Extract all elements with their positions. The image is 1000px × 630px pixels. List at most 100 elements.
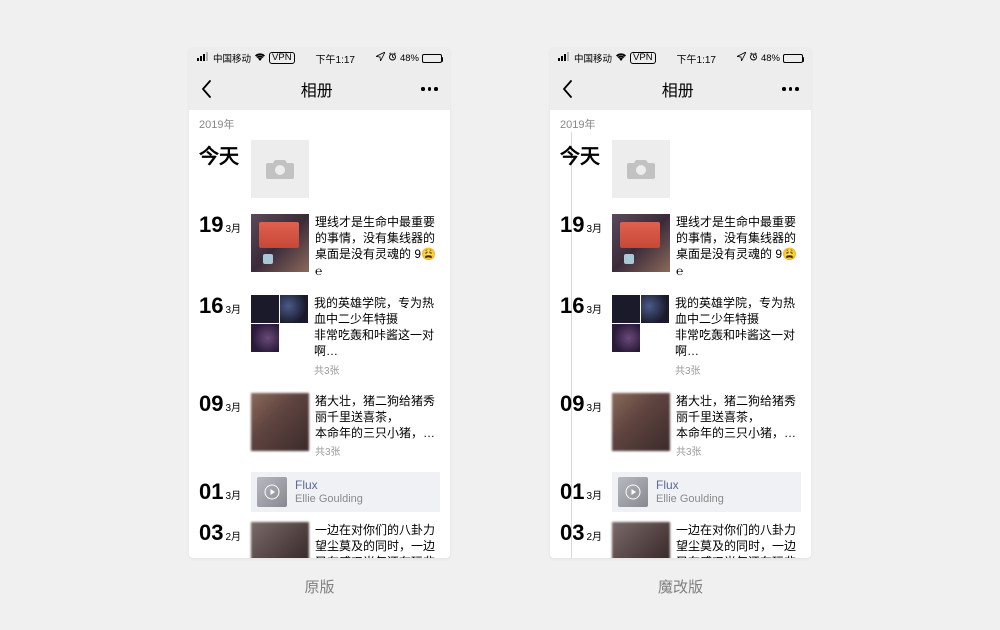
post-thumbnails[interactable] — [251, 295, 308, 377]
post-row-music[interactable]: 013月 Flux Ellie Goulding — [550, 468, 811, 516]
clock: 下午1:17 — [316, 51, 355, 66]
photo-count: 共3张 — [314, 362, 440, 377]
location-icon — [737, 52, 746, 64]
post-row-music[interactable]: 013月 Flux Ellie Goulding — [189, 468, 450, 516]
post-day: 16 — [199, 295, 223, 317]
today-label: 今天 — [199, 140, 239, 169]
post-row[interactable]: 093月 猪大壮，猪二狗给猪秀丽千里送喜茶， 本命年的三只小猪，… 共3张 — [550, 387, 811, 469]
post-month: 2月 — [225, 528, 241, 543]
page-title: 相册 — [301, 77, 333, 101]
post-thumbnail[interactable] — [251, 214, 309, 272]
content-area[interactable]: 2019年 今天 193月 理线才是生命中最重要的事情，没有集线器的桌面是没有灵… — [550, 110, 811, 558]
camera-placeholder[interactable] — [612, 140, 670, 198]
post-day: 03 — [199, 522, 223, 544]
page-title: 相册 — [662, 77, 694, 101]
post-thumbnail[interactable] — [612, 214, 670, 272]
music-card[interactable]: Flux Ellie Goulding — [612, 472, 801, 512]
back-button[interactable] — [201, 80, 212, 98]
post-month: 2月 — [586, 528, 602, 543]
post-text: 非常吃轰和咔酱这一对啊… — [675, 327, 801, 359]
post-text: 一边在对你们的八卦力望尘莫及的同时，一边又在感叹当年还在玩非主流和青春… — [676, 522, 801, 558]
post-row[interactable]: 032月 一边在对你们的八卦力望尘莫及的同时，一边又在感叹当年还在玩非主流和青春… — [550, 516, 811, 558]
post-row[interactable]: 163月 我的英雄学院，专为热血中二少年特摄 非常吃轰和咔酱这一对啊… 共3张 — [550, 289, 811, 387]
post-text: 理线才是生命中最重要的事情，没有集线器的桌面是没有灵魂的 9😩℮ — [676, 214, 801, 279]
photo-count: 共3张 — [676, 443, 801, 458]
post-day: 03 — [560, 522, 584, 544]
music-artist: Ellie Goulding — [656, 493, 724, 506]
location-icon — [376, 52, 385, 64]
status-bar: 中国移动 VPN 下午1:17 48% — [550, 48, 811, 68]
today-row[interactable]: 今天 — [189, 134, 450, 208]
music-title: Flux — [656, 478, 724, 492]
today-row[interactable]: 今天 — [550, 134, 811, 208]
vpn-badge: VPN — [269, 52, 295, 64]
play-icon[interactable] — [618, 477, 648, 507]
post-month: 3月 — [225, 301, 241, 316]
post-month: 3月 — [586, 220, 602, 235]
music-title: Flux — [295, 478, 363, 492]
post-day: 16 — [560, 295, 584, 317]
post-thumbnail[interactable] — [612, 522, 670, 558]
post-thumbnail[interactable] — [251, 393, 309, 451]
post-row[interactable]: 193月 理线才是生命中最重要的事情，没有集线器的桌面是没有灵魂的 9😩℮ — [550, 208, 811, 289]
battery-pct: 48% — [761, 53, 780, 64]
battery-pct: 48% — [400, 53, 419, 64]
nav-bar: 相册 — [189, 68, 450, 110]
post-text: 我的英雄学院，专为热血中二少年特摄 — [314, 295, 440, 327]
post-month: 3月 — [225, 399, 241, 414]
signal-icon — [558, 52, 571, 64]
more-button[interactable] — [421, 87, 438, 91]
post-row[interactable]: 032月 一边在对你们的八卦力望尘莫及的同时，一边又在感叹当年还在玩非主流和青春… — [189, 516, 450, 558]
carrier-label: 中国移动 — [213, 51, 251, 65]
signal-icon — [197, 52, 210, 64]
vpn-badge: VPN — [630, 52, 656, 64]
photo-count: 共3张 — [315, 443, 440, 458]
post-day: 19 — [560, 214, 584, 236]
post-text: 一边在对你们的八卦力望尘莫及的同时，一边又在感叹当年还在玩非主流和青春… — [315, 522, 440, 558]
music-card[interactable]: Flux Ellie Goulding — [251, 472, 440, 512]
battery-icon — [783, 54, 803, 63]
status-bar: 中国移动 VPN 下午1:17 48% — [189, 48, 450, 68]
post-text: 猪大壮，猪二狗给猪秀丽千里送喜茶， — [315, 393, 440, 425]
more-button[interactable] — [782, 87, 799, 91]
back-button[interactable] — [562, 80, 573, 98]
post-month: 3月 — [586, 399, 602, 414]
post-row[interactable]: 163月 我的英雄学院，专为热血中二少年特摄 非常吃轰和咔酱这一对啊… 共3张 — [189, 289, 450, 387]
clock: 下午1:17 — [677, 51, 716, 66]
play-icon[interactable] — [257, 477, 287, 507]
year-label: 2019年 — [189, 110, 450, 134]
post-month: 3月 — [586, 301, 602, 316]
phone-modified: 中国移动 VPN 下午1:17 48% 相 — [550, 48, 811, 597]
post-day: 09 — [199, 393, 223, 415]
post-text: 本命年的三只小猪，… — [676, 425, 801, 441]
post-day: 01 — [560, 481, 584, 503]
post-month: 3月 — [225, 220, 241, 235]
post-text: 非常吃轰和咔酱这一对啊… — [314, 327, 440, 359]
today-label: 今天 — [560, 140, 600, 169]
post-day: 19 — [199, 214, 223, 236]
post-text: 我的英雄学院，专为热血中二少年特摄 — [675, 295, 801, 327]
post-thumbnail[interactable] — [612, 393, 670, 451]
phone-frame: 中国移动 VPN 下午1:17 48% 相 — [189, 48, 450, 558]
caption-modified: 魔改版 — [658, 576, 703, 597]
alarm-icon — [388, 52, 397, 64]
post-day: 09 — [560, 393, 584, 415]
music-artist: Ellie Goulding — [295, 493, 363, 506]
camera-placeholder[interactable] — [251, 140, 309, 198]
post-thumbnail[interactable] — [251, 522, 309, 558]
content-area[interactable]: 2019年 今天 193月 理线才是生命中最重要的事情，没有集线器的桌面是没有灵… — [189, 110, 450, 558]
carrier-label: 中国移动 — [574, 51, 612, 65]
wifi-icon — [254, 52, 266, 64]
wifi-icon — [615, 52, 627, 64]
phone-original: 中国移动 VPN 下午1:17 48% 相 — [189, 48, 450, 597]
post-thumbnails[interactable] — [612, 295, 669, 377]
post-day: 01 — [199, 481, 223, 503]
post-row[interactable]: 193月 理线才是生命中最重要的事情，没有集线器的桌面是没有灵魂的 9😩℮ — [189, 208, 450, 289]
post-month: 3月 — [225, 487, 241, 502]
post-text: 本命年的三只小猪，… — [315, 425, 440, 441]
year-label: 2019年 — [550, 110, 811, 134]
alarm-icon — [749, 52, 758, 64]
nav-bar: 相册 — [550, 68, 811, 110]
post-row[interactable]: 093月 猪大壮，猪二狗给猪秀丽千里送喜茶， 本命年的三只小猪，… 共3张 — [189, 387, 450, 469]
post-month: 3月 — [586, 487, 602, 502]
